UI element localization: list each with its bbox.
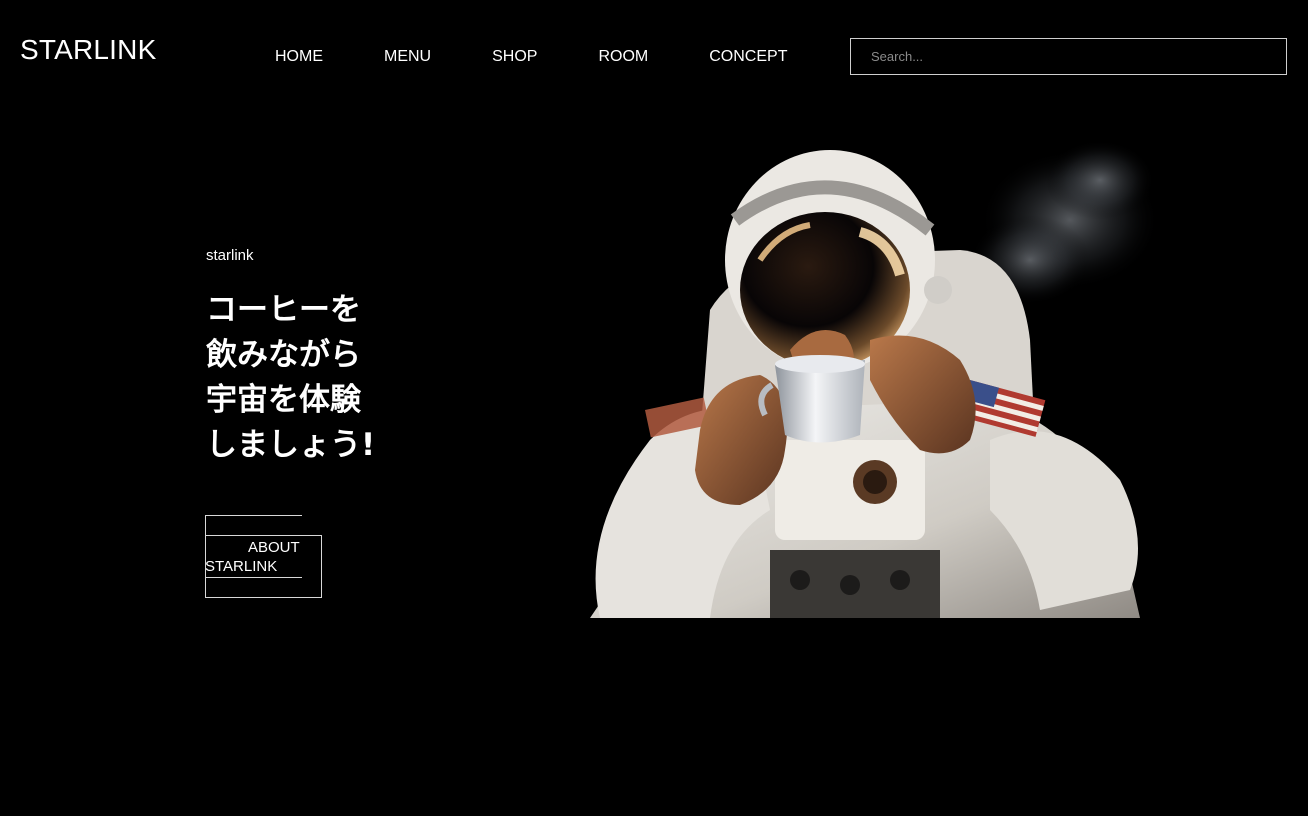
- about-starlink-button[interactable]: ABOUT STARLINK: [205, 515, 323, 599]
- headline-line: コーヒーを: [206, 292, 361, 328]
- headline-line: 飲みながら: [206, 337, 361, 373]
- headline-line: 宇宙を体験: [206, 382, 361, 418]
- page: STARLINK HOME MENU SHOP ROOM CONCEPT sta…: [0, 0, 1308, 816]
- nav-menu[interactable]: MENU: [384, 48, 431, 66]
- search-input[interactable]: [850, 38, 1287, 75]
- button-label-line1: ABOUT: [248, 539, 300, 556]
- hero-headline: コーヒーを 飲みながら 宇宙を体験 しましょう!: [206, 288, 406, 468]
- nav-room[interactable]: ROOM: [598, 48, 648, 66]
- button-frame-line: [205, 535, 322, 536]
- nav-home[interactable]: HOME: [275, 48, 323, 66]
- nav-shop[interactable]: SHOP: [492, 48, 537, 66]
- astronaut-coffee-image: [560, 110, 1180, 618]
- hero-tagline: starlink: [206, 247, 254, 264]
- headline-line: しましょう!: [206, 427, 376, 463]
- button-frame-line: [321, 535, 322, 598]
- button-frame-line: [205, 577, 302, 578]
- button-frame-line: [205, 597, 322, 598]
- nav-concept[interactable]: CONCEPT: [709, 48, 787, 66]
- button-frame-line: [205, 515, 302, 516]
- astronaut-with-coffee-illustration: [590, 140, 1160, 618]
- site-logo[interactable]: STARLINK: [20, 34, 156, 66]
- main-nav: HOME MENU SHOP ROOM CONCEPT: [275, 48, 787, 66]
- button-label-line2: STARLINK: [205, 558, 278, 575]
- button-frame-line: [205, 515, 206, 598]
